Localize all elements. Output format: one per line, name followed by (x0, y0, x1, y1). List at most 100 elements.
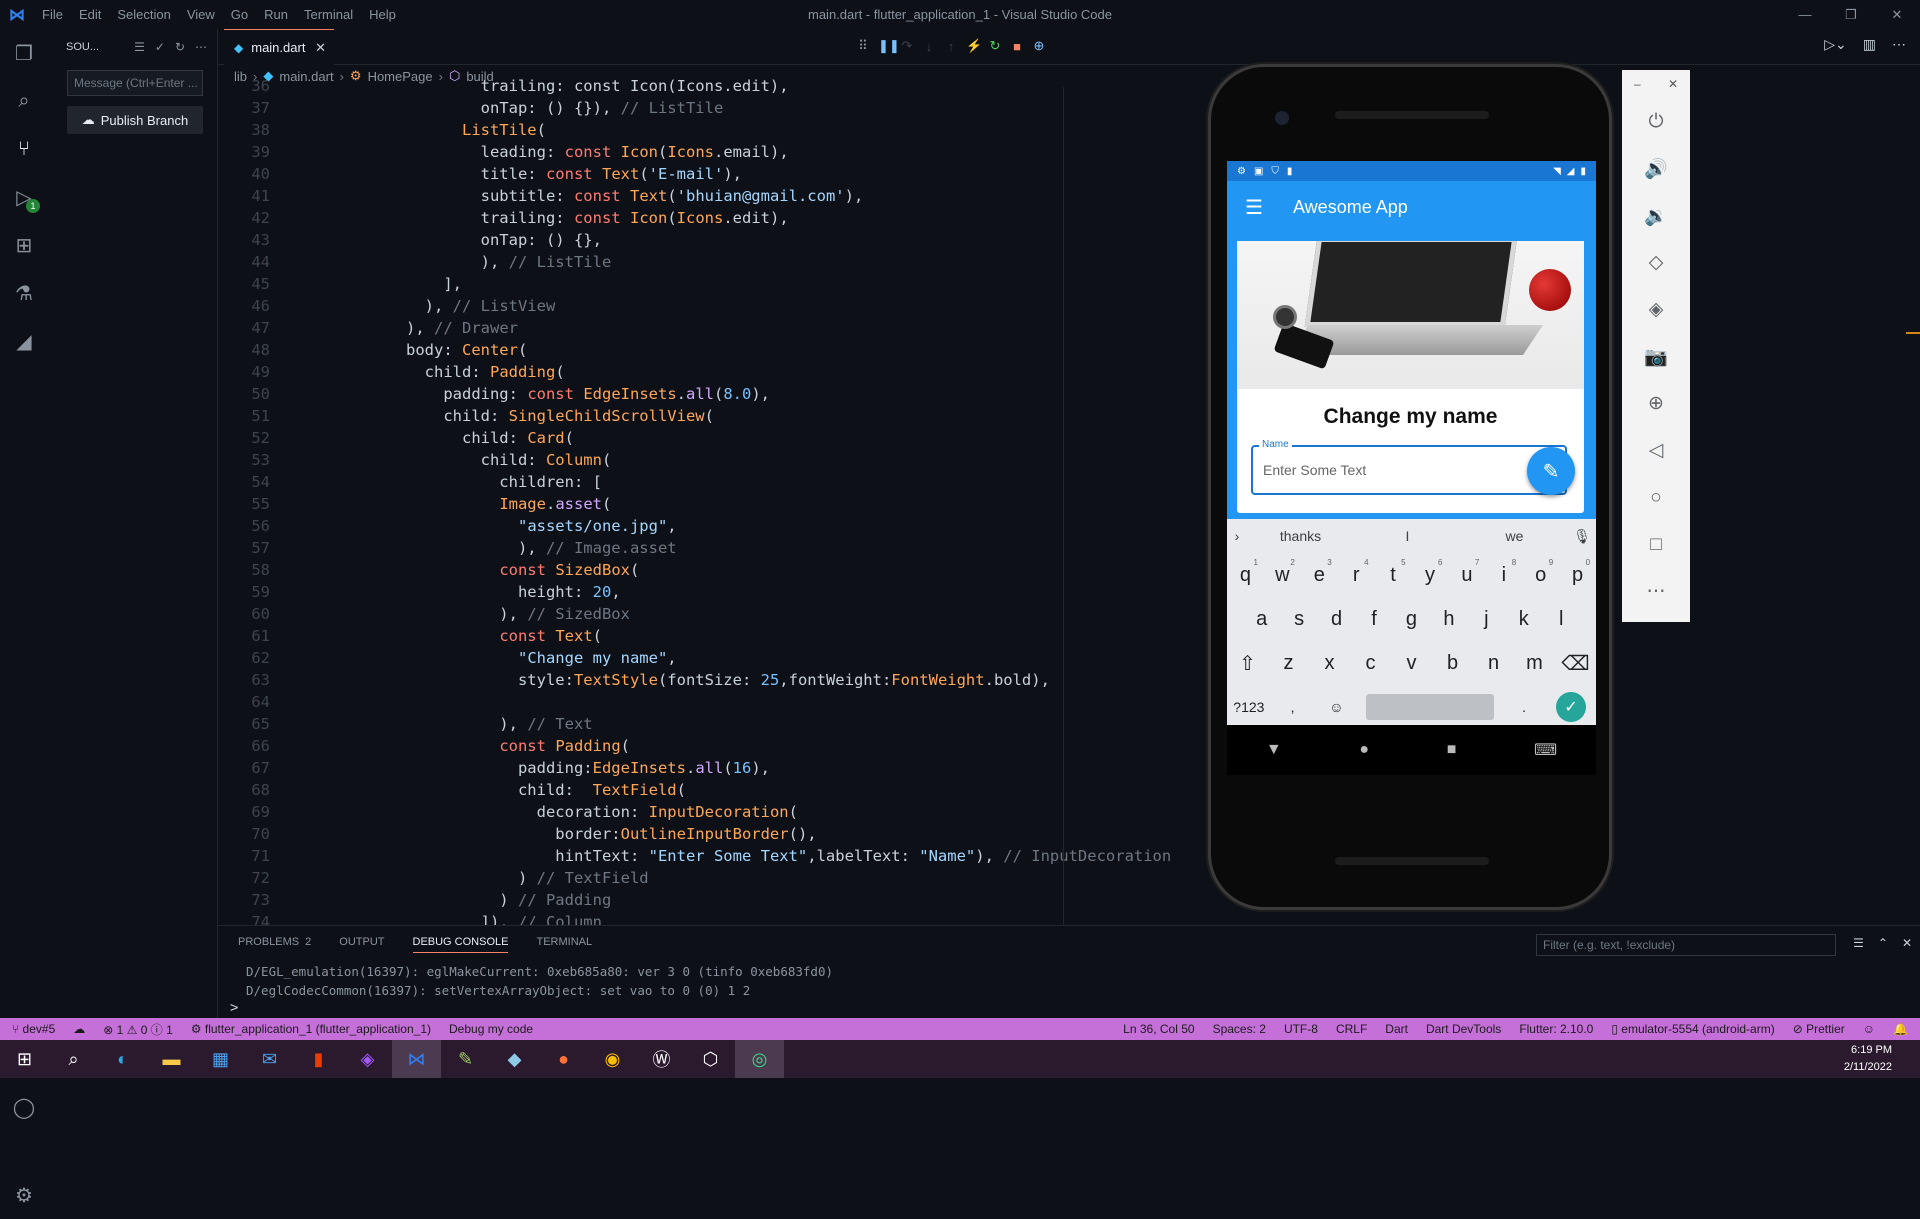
code-line[interactable]: 62 "Change my name", (218, 647, 1218, 669)
code-line[interactable]: 67 padding:EdgeInsets.all(16), (218, 757, 1218, 779)
key-p[interactable]: p0 (1559, 558, 1596, 587)
code-editor[interactable]: 36 trailing: const Icon(Icons.edit), 37 o… (218, 75, 1218, 925)
taskbar-clock[interactable]: 6:19 PM 2/11/2022 (1844, 1042, 1892, 1076)
edge-browser-icon[interactable]: ◐ (98, 1040, 147, 1078)
key-b[interactable]: b (1432, 652, 1473, 675)
code-line[interactable]: 56 "assets/one.jpg", (218, 515, 1218, 537)
code-line[interactable]: 48 body: Center( (218, 339, 1218, 361)
space-key[interactable] (1366, 694, 1495, 720)
power-icon[interactable]: ⏻ (1622, 98, 1690, 145)
key-q[interactable]: q1 (1227, 558, 1264, 587)
minimize-icon[interactable]: — (1782, 0, 1828, 29)
console-prompt[interactable]: > (230, 1000, 238, 1016)
close-panel-icon[interactable]: ✕ (1902, 936, 1912, 950)
code-line[interactable]: 41 subtitle: const Text('bhuian@gmail.co… (218, 185, 1218, 207)
language-mode[interactable]: Dart (1385, 1022, 1408, 1036)
key-n[interactable]: n (1473, 652, 1514, 675)
key-a[interactable]: a (1243, 608, 1280, 631)
code-line[interactable]: 50 padding: const EdgeInsets.all(8.0), (218, 383, 1218, 405)
period-key[interactable]: . (1502, 699, 1546, 715)
key-o[interactable]: o9 (1522, 558, 1559, 587)
split-editor-icon[interactable]: ▥ (1863, 36, 1876, 53)
code-line[interactable]: 58 const SizedBox( (218, 559, 1218, 581)
more-editor-actions-icon[interactable]: ⋯ (1892, 36, 1906, 53)
step-over-icon[interactable]: ↷ (900, 38, 914, 54)
hamburger-menu-icon[interactable]: ☰ (1227, 195, 1281, 220)
feedback-icon[interactable]: ☺ (1863, 1022, 1875, 1036)
key-v[interactable]: v (1391, 652, 1432, 675)
notifications-bell-icon[interactable]: 🔔 (1893, 1022, 1908, 1036)
key-y[interactable]: y6 (1412, 558, 1449, 587)
shift-icon[interactable]: ⇧ (1227, 651, 1268, 676)
device-selector[interactable]: ▯ emulator-5554 (android-arm) (1611, 1022, 1774, 1036)
prettier-status[interactable]: ⊘ Prettier (1793, 1022, 1845, 1036)
key-u[interactable]: u7 (1448, 558, 1485, 587)
rotate-left-icon[interactable]: ◇ (1622, 239, 1690, 286)
menu-item-view[interactable]: View (187, 7, 215, 22)
camera-icon[interactable]: 📷 (1622, 333, 1690, 380)
close-tab-icon[interactable]: ✕ (315, 40, 326, 56)
hot-reload-icon[interactable]: ⚡ (966, 38, 982, 54)
suggestion[interactable]: thanks (1247, 528, 1354, 544)
settings-gear-icon[interactable]: ⚙ (0, 1171, 48, 1219)
stop-icon[interactable]: ■ (1010, 39, 1024, 54)
key-f[interactable]: f (1355, 608, 1392, 631)
overview-icon[interactable]: □ (1622, 521, 1690, 568)
code-line[interactable]: 69 decoration: InputDecoration( (218, 801, 1218, 823)
menu-item-help[interactable]: Help (369, 7, 396, 22)
chevron-right-icon[interactable]: › (1227, 528, 1247, 544)
taskbar-search-icon[interactable]: ⌕ (49, 1040, 98, 1078)
code-line[interactable]: 44 ), // ListTile (218, 251, 1218, 273)
view-as-list-icon[interactable]: ☰ (134, 40, 145, 54)
encoding[interactable]: UTF-8 (1284, 1022, 1318, 1036)
tab-debug-console[interactable]: DEBUG CONSOLE (412, 936, 509, 953)
code-line[interactable]: 63 style:TextStyle(fontSize: 25,fontWeig… (218, 669, 1218, 691)
key-i[interactable]: i8 (1485, 558, 1522, 587)
store-icon[interactable]: ▦ (196, 1040, 245, 1078)
minimize-icon[interactable]: – (1634, 77, 1641, 91)
code-line[interactable]: 59 height: 20, (218, 581, 1218, 603)
maximize-panel-icon[interactable]: ⌃ (1878, 936, 1888, 950)
code-line[interactable]: 68 child: TextField( (218, 779, 1218, 801)
menu-item-terminal[interactable]: Terminal (304, 7, 353, 22)
key-h[interactable]: h (1430, 608, 1467, 631)
branch-indicator[interactable]: ⑂ dev#5 (12, 1022, 55, 1036)
code-line[interactable]: 54 children: [ (218, 471, 1218, 493)
code-line[interactable]: 52 child: Card( (218, 427, 1218, 449)
more-icon[interactable]: ⋯ (1622, 568, 1690, 615)
mail-icon[interactable]: ✉ (245, 1040, 294, 1078)
code-line[interactable]: 60 ), // SizedBox (218, 603, 1218, 625)
menu-item-file[interactable]: File (42, 7, 63, 22)
volume-down-icon[interactable]: 🔉 (1622, 192, 1690, 239)
code-line[interactable]: 36 trailing: const Icon(Icons.edit), (218, 75, 1218, 97)
zoom-icon[interactable]: ⊕ (1622, 380, 1690, 427)
home-icon[interactable]: ● (1359, 741, 1369, 759)
code-line[interactable]: 40 title: const Text('E-mail'), (218, 163, 1218, 185)
line-ending[interactable]: CRLF (1336, 1022, 1367, 1036)
debug-config[interactable]: Debug my code (449, 1022, 533, 1036)
commit-check-icon[interactable]: ✓ (155, 40, 165, 54)
indentation[interactable]: Spaces: 2 (1213, 1022, 1266, 1036)
office-icon[interactable]: ▮ (294, 1040, 343, 1078)
more-actions-icon[interactable]: ⋯ (195, 40, 207, 54)
symbols-key[interactable]: ?123 (1227, 699, 1271, 715)
rotate-right-icon[interactable]: ◈ (1622, 286, 1690, 333)
cursor-position[interactable]: Ln 36, Col 50 (1123, 1022, 1194, 1036)
key-e[interactable]: e3 (1301, 558, 1338, 587)
menu-item-go[interactable]: Go (231, 7, 248, 22)
explorer-icon[interactable]: ❐ (0, 29, 48, 77)
file-explorer-icon[interactable]: ▬ (147, 1040, 196, 1078)
code-line[interactable]: 74 ]), // Column (218, 911, 1218, 925)
firefox-icon[interactable]: ● (539, 1040, 588, 1078)
code-line[interactable]: 47 ), // Drawer (218, 317, 1218, 339)
home-icon[interactable]: ○ (1622, 474, 1690, 521)
console-filter-input[interactable]: Filter (e.g. text, !exclude) (1536, 934, 1836, 956)
done-check-icon[interactable]: ✓ (1556, 692, 1586, 722)
code-line[interactable]: 64 (218, 691, 1218, 713)
code-line[interactable]: 55 Image.asset( (218, 493, 1218, 515)
wordpress-icon[interactable]: Ⓦ (637, 1040, 686, 1078)
vscode-taskbar-icon[interactable]: ⋈ (392, 1040, 441, 1078)
name-text-field[interactable]: Name Enter Some Text (1251, 439, 1567, 495)
key-j[interactable]: j (1468, 608, 1505, 631)
tab-problems[interactable]: PROBLEMS 2 (238, 936, 311, 953)
